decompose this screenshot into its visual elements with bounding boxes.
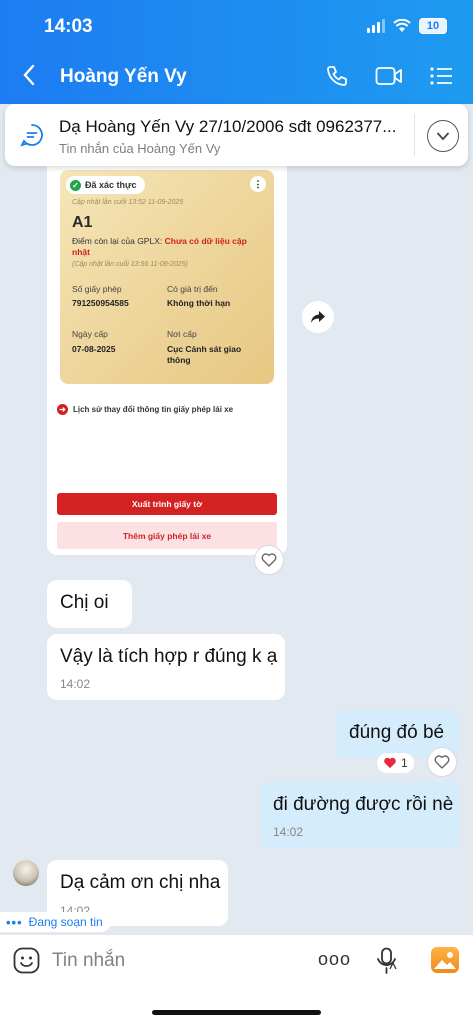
validity-label: Có giá trị đến bbox=[167, 284, 218, 294]
typing-indicator: ••• Đang soạn tin bbox=[0, 912, 111, 932]
share-arrow-icon bbox=[311, 311, 325, 323]
history-label: Lịch sử thay đổi thông tin giấy phép lái… bbox=[73, 405, 234, 414]
message-bubble[interactable]: Chị oi bbox=[47, 580, 132, 628]
more-options-icon: ⋮ bbox=[250, 176, 266, 192]
message-text: Dạ cảm ơn chị nha bbox=[60, 872, 221, 893]
back-button[interactable] bbox=[22, 62, 36, 93]
divider bbox=[414, 114, 415, 156]
number-label: Số giấy phép bbox=[72, 284, 122, 294]
verified-badge: ✓ Đã xác thực bbox=[66, 176, 145, 194]
home-indicator bbox=[152, 1010, 321, 1015]
video-call-icon[interactable] bbox=[375, 65, 403, 87]
points-updated: (Cập nhật lần cuối 13:56 11-09-2025) bbox=[72, 261, 188, 268]
chat-title[interactable]: Hoàng Yến Vy bbox=[60, 66, 187, 88]
license-updated: Cập nhật lần cuối 13:52 11-09-2025 bbox=[72, 199, 184, 206]
message-bubble[interactable]: Vậy là tích hợp r đúng k ạ 14:02 bbox=[47, 634, 285, 700]
forward-button[interactable] bbox=[302, 301, 334, 333]
pinned-subtitle: Tin nhắn của Hoàng Yến Vy bbox=[59, 141, 221, 156]
pinned-message[interactable]: Dạ Hoàng Yến Vy 27/10/2006 sđt 0962377..… bbox=[5, 104, 468, 166]
message-time: 14:02 bbox=[273, 825, 304, 839]
check-icon: ✓ bbox=[70, 179, 81, 191]
shared-image-message[interactable]: ✓ Đã xác thực ⋮ Cập nhật lần cuối 13:52 … bbox=[47, 150, 287, 555]
message-bubble[interactable]: đi đường được rồi nè 14:02 bbox=[260, 782, 460, 848]
message-text: đi đường được rồi nè bbox=[273, 794, 454, 815]
menu-list-icon[interactable] bbox=[429, 66, 453, 86]
chevron-left-icon bbox=[23, 64, 35, 86]
typing-label: Đang soạn tin bbox=[28, 915, 103, 929]
issuer-label: Nơi cấp bbox=[167, 329, 197, 339]
status-time: 14:03 bbox=[44, 16, 93, 37]
react-button[interactable] bbox=[427, 747, 457, 777]
react-button[interactable] bbox=[254, 545, 284, 575]
arrow-right-icon: ➜ bbox=[57, 404, 68, 415]
present-document-button: Xuất trình giấy tờ bbox=[57, 493, 277, 515]
validity-value: Không thời hạn bbox=[167, 298, 231, 308]
number-value: 791250954585 bbox=[72, 298, 129, 308]
heart-outline-icon bbox=[434, 755, 450, 769]
wifi-icon bbox=[393, 19, 411, 32]
reaction-count: 1 bbox=[401, 756, 408, 770]
more-options-button[interactable]: ooo bbox=[318, 949, 351, 970]
add-license-button: Thêm giấy phép lái xe bbox=[57, 522, 277, 549]
chevron-down-icon bbox=[436, 132, 450, 141]
message-text: Chị oi bbox=[60, 592, 109, 613]
issue-date-value: 07-08-2025 bbox=[72, 344, 116, 354]
points-label: Điểm còn lại của GPLX: bbox=[72, 236, 163, 246]
heart-outline-icon bbox=[261, 553, 277, 567]
message-bubble-icon bbox=[20, 124, 43, 147]
avatar[interactable] bbox=[13, 860, 39, 886]
emoji-icon[interactable] bbox=[13, 947, 40, 974]
issue-date-label: Ngày cấp bbox=[72, 329, 108, 339]
license-history-link: ➜ Lịch sử thay đổi thông tin giấy phép l… bbox=[57, 404, 233, 415]
issuer-value: Cục Cảnh sát giao thông bbox=[167, 344, 242, 365]
license-class: A1 bbox=[72, 214, 93, 231]
verified-label: Đã xác thực bbox=[85, 180, 137, 190]
message-input[interactable]: Tin nhắn bbox=[52, 950, 125, 972]
microphone-icon[interactable] bbox=[376, 947, 398, 975]
status-icons: 10 bbox=[367, 18, 447, 34]
pinned-title: Dạ Hoàng Yến Vy 27/10/2006 sđt 0962377..… bbox=[59, 117, 397, 136]
message-time: 14:02 bbox=[60, 677, 91, 691]
license-points: Điểm còn lại của GPLX: Chưa có dữ liệu c… bbox=[72, 236, 267, 258]
heart-icon bbox=[384, 757, 396, 769]
message-text: Vậy là tích hợp r đúng k ạ bbox=[60, 646, 278, 667]
signal-icon bbox=[367, 19, 385, 33]
image-icon bbox=[434, 952, 456, 969]
message-text: đúng đó bé bbox=[349, 722, 445, 743]
expand-pinned-button[interactable] bbox=[427, 120, 459, 152]
driving-license-card: ✓ Đã xác thực ⋮ Cập nhật lần cuối 13:52 … bbox=[60, 170, 274, 384]
reaction-badge[interactable]: 1 bbox=[377, 753, 414, 773]
battery-icon: 10 bbox=[419, 18, 447, 34]
header-bar: 14:03 10 Hoàng Yến Vy bbox=[0, 0, 473, 104]
gallery-icon[interactable] bbox=[431, 947, 459, 973]
typing-dots-icon: ••• bbox=[6, 914, 23, 930]
phone-icon[interactable] bbox=[325, 64, 349, 88]
